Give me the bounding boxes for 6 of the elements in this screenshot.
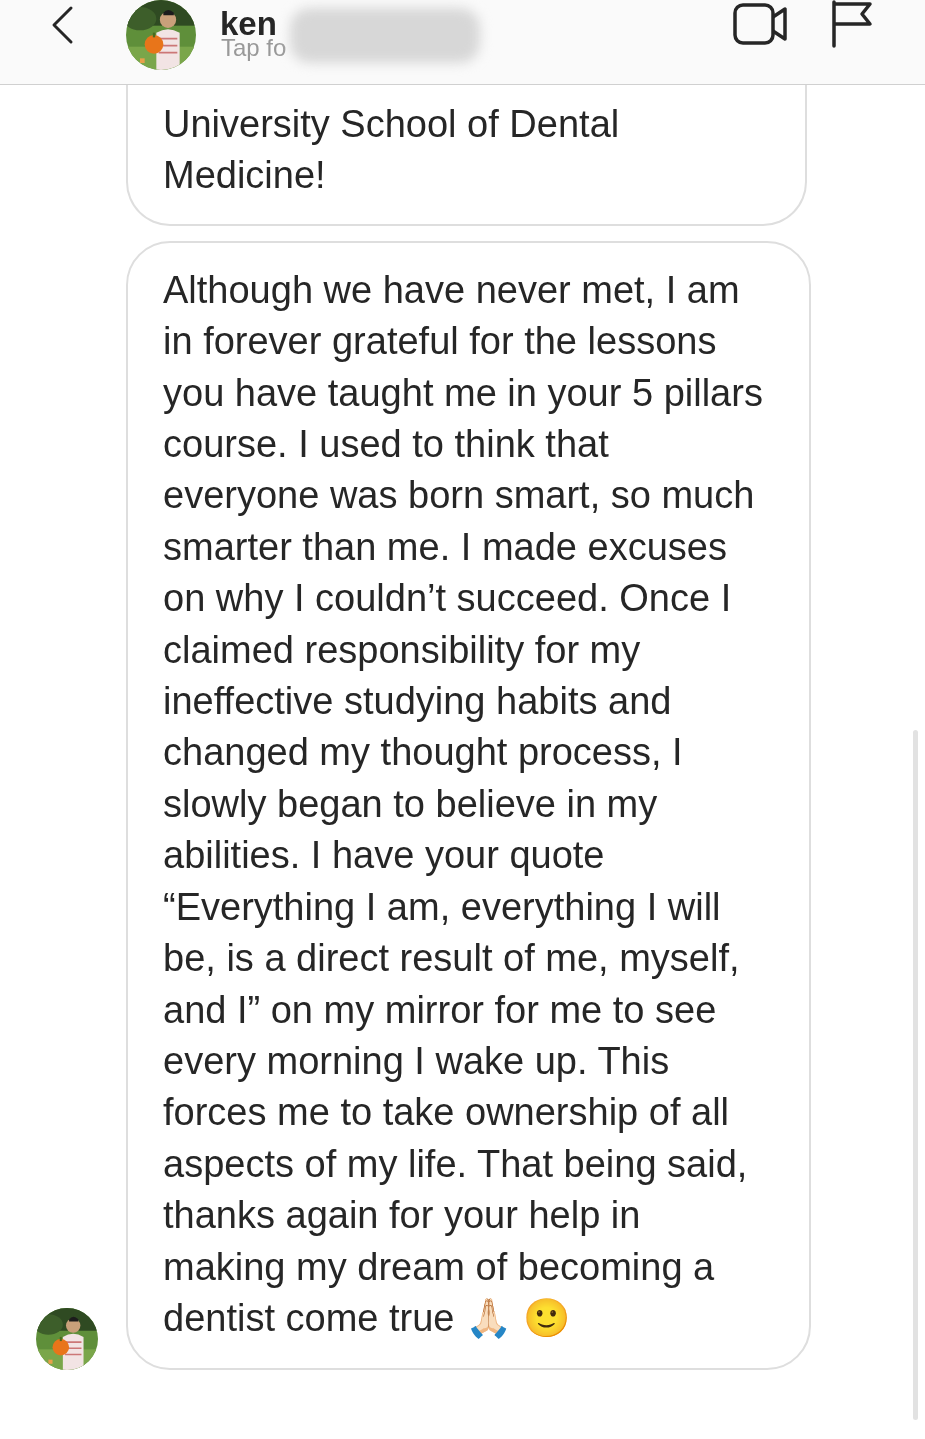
scrollbar[interactable] [913,730,918,1420]
video-camera-icon[interactable] [733,3,789,45]
back-icon[interactable] [50,5,74,45]
message-text: University School of Dental Medicine! [163,103,620,197]
flag-icon[interactable] [830,0,874,48]
message-text: Although we have never met, I am in forever grateful for the lessons you have taught me in your 5 pillars course. I used to think that everyone was born smart, so much smarter than me. I made excuses on why I couldn’t succeed. Once I claimed responsibility for my ineffective studying habits and changed my thought process, I slowly began to believe in my abilities. I have your quote “Everything I am, everything I will be, is a direct result of me, myself, and I” on my mirror for me to see every morning I wake up. This forces me to take ownership of all aspects of my life. That being said, thanks again for your help in making my dream of becoming a dentist come true 🙏🏻 🙂 [163,268,763,1339]
